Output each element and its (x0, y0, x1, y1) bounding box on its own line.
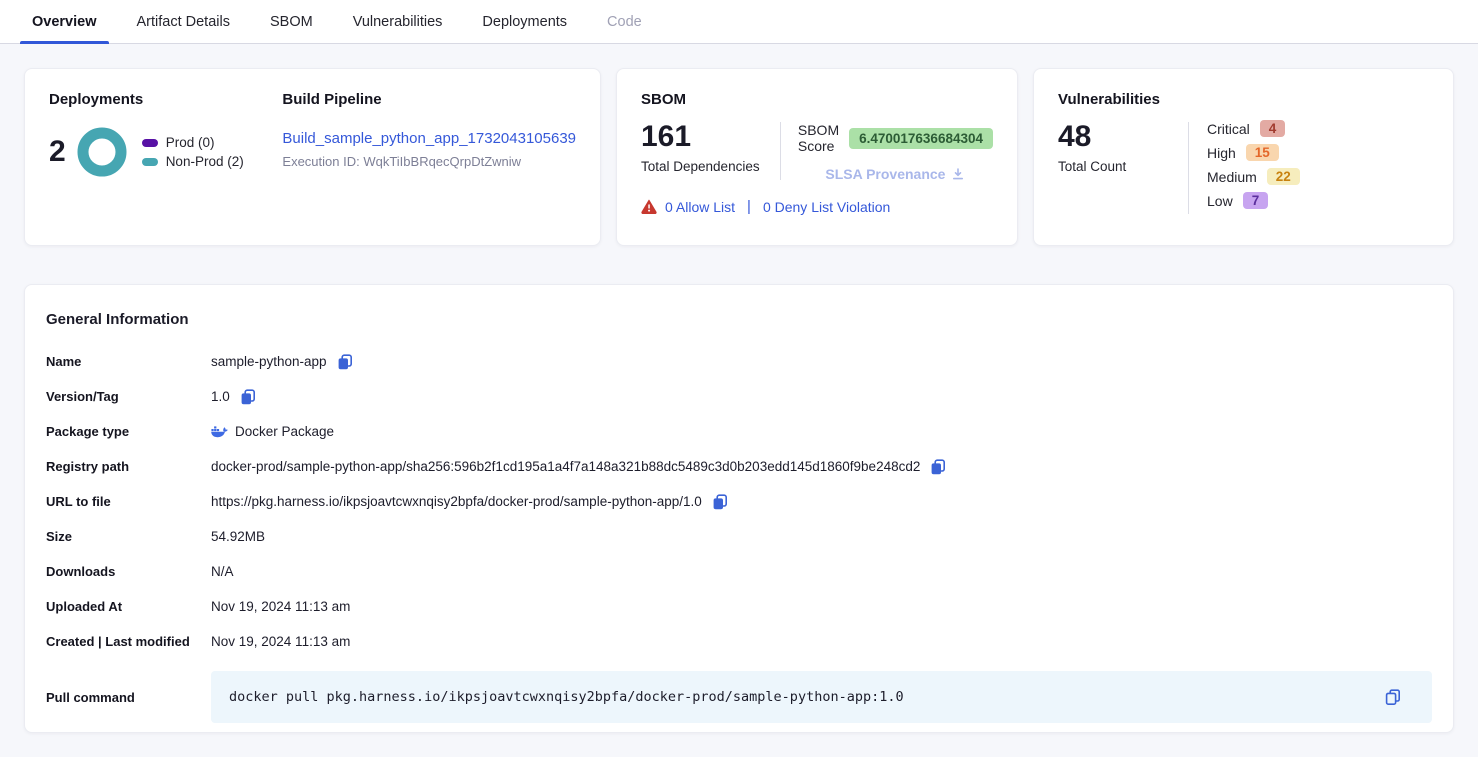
uploaded-at-value: Nov 19, 2024 11:13 am (211, 599, 350, 614)
downloads-label: Downloads (46, 564, 211, 579)
registry-path-label: Registry path (46, 459, 211, 474)
sbom-title: SBOM (641, 91, 993, 108)
slsa-provenance-link[interactable]: SLSA Provenance (798, 166, 993, 182)
tab-vulnerabilities[interactable]: Vulnerabilities (333, 0, 463, 43)
downloads-value: N/A (211, 564, 234, 579)
created-last-modified-label: Created | Last modified (46, 634, 211, 649)
package-type-label: Package type (46, 424, 211, 439)
row-name: Name sample-python-app (46, 344, 1432, 379)
created-last-modified-value: Nov 19, 2024 11:13 am (211, 634, 350, 649)
severity-row-medium: Medium 22 (1207, 168, 1300, 185)
download-icon (951, 167, 965, 181)
critical-count-badge: 4 (1260, 120, 1286, 137)
copy-icon[interactable] (336, 353, 354, 371)
copy-icon[interactable] (239, 388, 257, 406)
low-label: Low (1207, 193, 1233, 209)
tab-overview[interactable]: Overview (12, 0, 117, 43)
sbom-policy-links: 0 Allow List | 0 Deny List Violation (641, 198, 993, 215)
deployments-section: Deployments 2 Prod (0) Non-Prod (2) (49, 91, 282, 223)
tab-bar: Overview Artifact Details SBOM Vulnerabi… (0, 0, 1478, 44)
deployments-title: Deployments (49, 91, 282, 108)
page-content: Deployments 2 Prod (0) Non-Prod (2) (0, 44, 1478, 757)
high-label: High (1207, 145, 1236, 161)
severity-row-high: High 15 (1207, 144, 1300, 161)
tab-sbom[interactable]: SBOM (250, 0, 333, 43)
row-url-to-file: URL to file https://pkg.harness.io/ikpsj… (46, 484, 1432, 519)
deployments-total-count: 2 (49, 135, 66, 169)
vulnerabilities-card: Vulnerabilities 48 Total Count Critical … (1033, 68, 1454, 246)
url-to-file-value: https://pkg.harness.io/ikpsjoavtcwxnqisy… (211, 494, 702, 509)
vulnerabilities-title: Vulnerabilities (1058, 91, 1429, 108)
pull-command-box: docker pull pkg.harness.io/ikpsjoavtcwxn… (211, 671, 1432, 723)
legend-item-prod: Prod (0) (142, 135, 244, 150)
registry-path-value: docker-prod/sample-python-app/sha256:596… (211, 459, 920, 474)
nonprod-color-swatch (142, 158, 158, 166)
version-tag-label: Version/Tag (46, 389, 211, 404)
row-downloads: Downloads N/A (46, 554, 1432, 589)
slsa-provenance-label: SLSA Provenance (825, 166, 945, 182)
tab-artifact-details[interactable]: Artifact Details (117, 0, 250, 43)
copy-icon[interactable] (711, 493, 729, 511)
sbom-score-block: SBOM Score 6.470017636684304 SLSA Proven… (798, 120, 993, 182)
name-value: sample-python-app (211, 354, 327, 369)
row-created-last-modified: Created | Last modified Nov 19, 2024 11:… (46, 624, 1432, 659)
vulnerabilities-total-count: 48 (1058, 120, 1168, 153)
name-label: Name (46, 354, 211, 369)
sbom-score-badge: 6.470017636684304 (849, 128, 993, 149)
row-pull-command: Pull command docker pull pkg.harness.io/… (46, 671, 1432, 723)
allow-list-link[interactable]: 0 Allow List (665, 199, 735, 215)
url-to-file-label: URL to file (46, 494, 211, 509)
build-pipeline-title: Build Pipeline (282, 91, 576, 108)
row-version-tag: Version/Tag 1.0 (46, 379, 1432, 414)
version-tag-value: 1.0 (211, 389, 230, 404)
tab-deployments[interactable]: Deployments (462, 0, 587, 43)
package-type-value: Docker Package (235, 424, 334, 439)
summary-cards-row: Deployments 2 Prod (0) Non-Prod (2) (24, 68, 1454, 246)
high-count-badge: 15 (1246, 144, 1279, 161)
prod-color-swatch (142, 139, 158, 147)
sbom-total-count: 161 (641, 120, 760, 153)
tab-code: Code (587, 0, 662, 43)
low-count-badge: 7 (1243, 192, 1269, 209)
severity-list: Critical 4 High 15 Medium 22 Low 7 (1207, 120, 1300, 216)
size-value: 54.92MB (211, 529, 265, 544)
medium-count-badge: 22 (1267, 168, 1300, 185)
warning-icon (641, 199, 657, 214)
deployments-donut-chart (76, 126, 128, 178)
copy-icon[interactable] (1384, 688, 1402, 706)
legend-item-nonprod: Non-Prod (2) (142, 154, 244, 169)
general-information-title: General Information (46, 311, 1432, 328)
pull-command-label: Pull command (46, 690, 211, 705)
row-package-type: Package type Docker Package (46, 414, 1432, 449)
divider (1188, 122, 1189, 214)
deny-list-violation-link[interactable]: 0 Deny List Violation (763, 199, 890, 215)
critical-label: Critical (1207, 121, 1250, 137)
build-pipeline-section: Build Pipeline Build_sample_python_app_1… (282, 91, 576, 223)
size-label: Size (46, 529, 211, 544)
pull-command-value: docker pull pkg.harness.io/ikpsjoavtcwxn… (229, 689, 904, 705)
copy-icon[interactable] (929, 458, 947, 476)
general-information-card: General Information Name sample-python-a… (24, 284, 1454, 733)
sbom-total-block: 161 Total Dependencies (641, 120, 760, 182)
uploaded-at-label: Uploaded At (46, 599, 211, 614)
build-pipeline-link[interactable]: Build_sample_python_app_1732043105639 (282, 130, 576, 147)
severity-row-critical: Critical 4 (1207, 120, 1300, 137)
nonprod-legend-label: Non-Prod (2) (166, 154, 244, 169)
row-uploaded-at: Uploaded At Nov 19, 2024 11:13 am (46, 589, 1432, 624)
vulnerabilities-total-block: 48 Total Count (1058, 120, 1168, 216)
sbom-score-label: SBOM Score (798, 122, 839, 154)
vulnerabilities-total-label: Total Count (1058, 159, 1168, 174)
deployments-card: Deployments 2 Prod (0) Non-Prod (2) (24, 68, 601, 246)
deployments-legend: Prod (0) Non-Prod (2) (142, 131, 244, 173)
sbom-total-label: Total Dependencies (641, 159, 760, 174)
medium-label: Medium (1207, 169, 1257, 185)
execution-id-text: Execution ID: WqkTiIbBRqecQrpDtZwniw (282, 154, 576, 169)
row-registry-path: Registry path docker-prod/sample-python-… (46, 449, 1432, 484)
sbom-card: SBOM 161 Total Dependencies SBOM Score 6… (616, 68, 1018, 246)
docker-icon (211, 425, 228, 439)
row-size: Size 54.92MB (46, 519, 1432, 554)
prod-legend-label: Prod (0) (166, 135, 215, 150)
severity-row-low: Low 7 (1207, 192, 1300, 209)
divider: | (747, 198, 751, 215)
